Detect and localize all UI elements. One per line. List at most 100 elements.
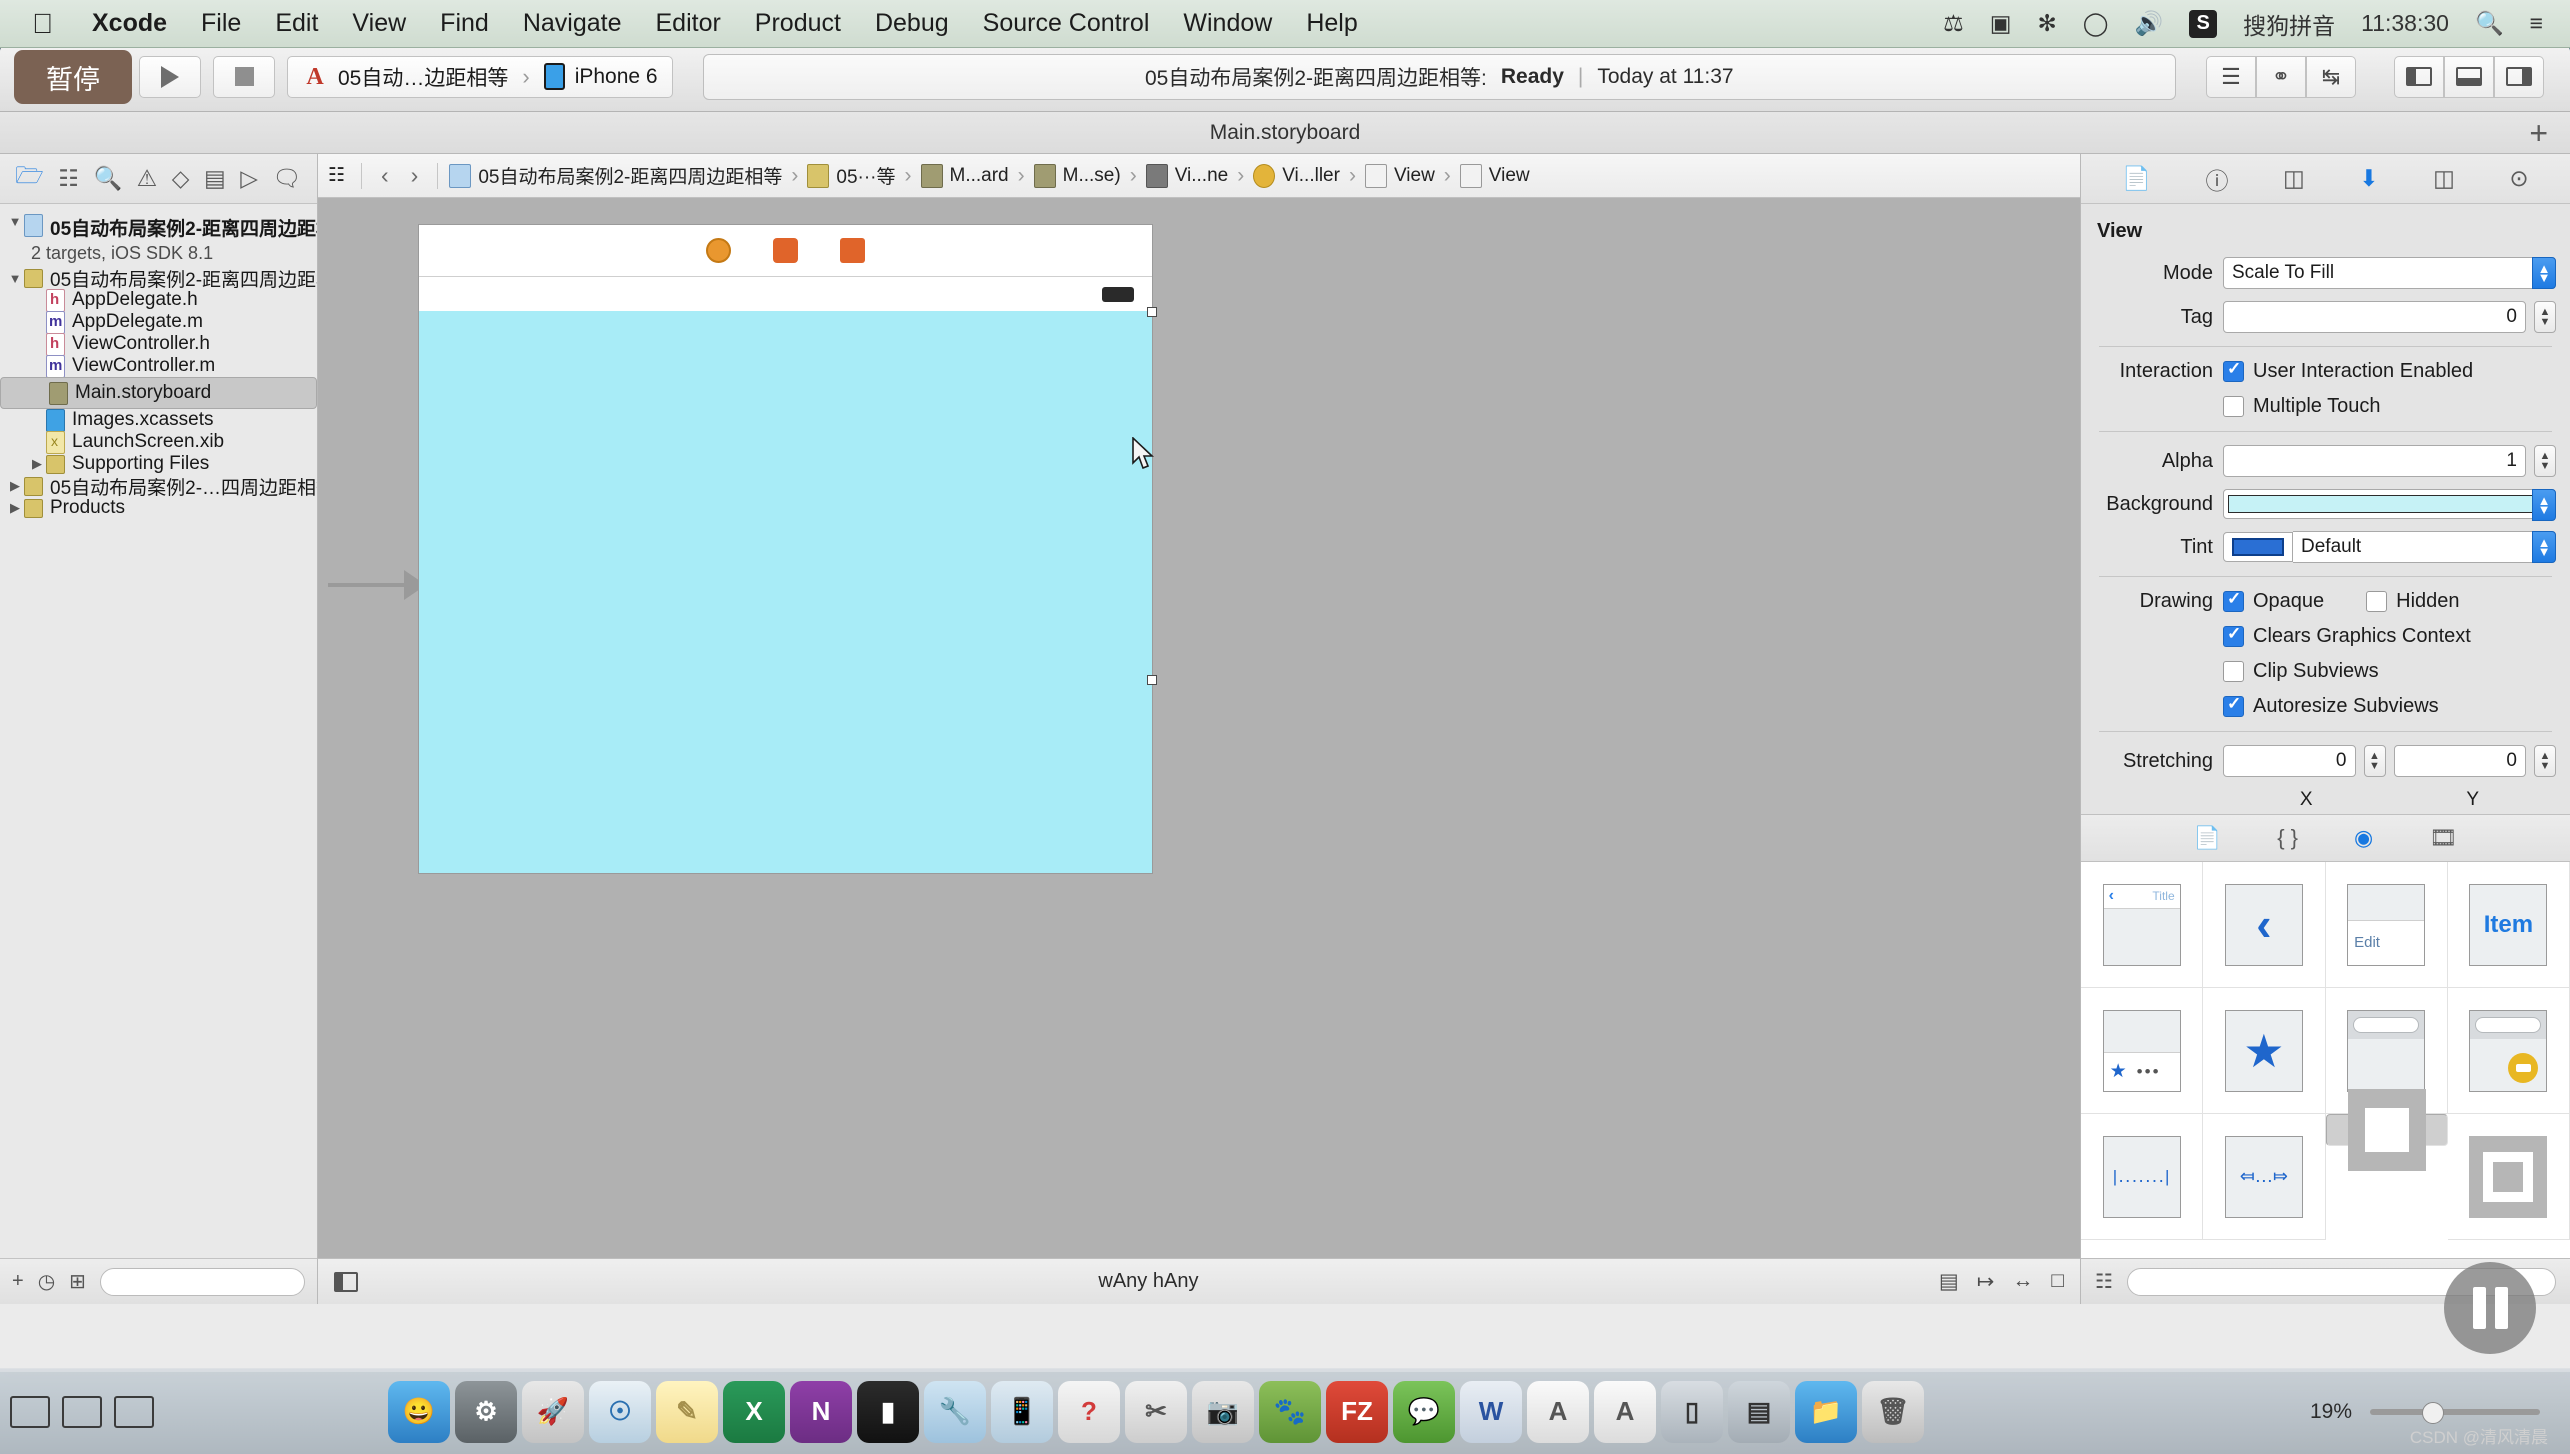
clock-menu-icon[interactable]: ◯ bbox=[2070, 10, 2122, 37]
twisty-icon[interactable]: ▶ bbox=[6, 478, 24, 494]
chevron-updown-icon[interactable]: ▲ ▼ bbox=[2532, 489, 2556, 521]
tree-row-main-storyboard[interactable]: Main.storyboard bbox=[0, 377, 317, 409]
twisty-icon[interactable]: ▼ bbox=[6, 271, 24, 286]
dock-icon-wechat[interactable]: 💬 bbox=[1393, 1380, 1455, 1443]
project-navigator-tab[interactable]: 🗁 bbox=[15, 159, 44, 198]
dock-icon-textedit-2[interactable]: A bbox=[1594, 1380, 1656, 1443]
multiple-touch-control[interactable]: Multiple Touch bbox=[2223, 395, 2556, 418]
menu-item-source-control[interactable]: Source Control bbox=[966, 9, 1167, 38]
panel-toggle-group[interactable] bbox=[2394, 55, 2544, 98]
tree-row-appdelegate-m[interactable]: AppDelegate.m bbox=[0, 310, 317, 334]
zoom-slider[interactable] bbox=[2370, 1401, 2540, 1424]
menu-item-xcode[interactable]: Xcode bbox=[75, 9, 184, 38]
twisty-icon[interactable]: ▶ bbox=[28, 456, 46, 472]
library-item-back-bar-button-item[interactable]: ‹ bbox=[2203, 862, 2326, 988]
related-items-icon[interactable]: ☷ bbox=[328, 164, 350, 188]
run-button[interactable] bbox=[139, 55, 201, 98]
library-item-bar-button-item-edit[interactable]: Edit bbox=[2325, 862, 2448, 988]
breadcrumb-view-1[interactable]: View bbox=[1364, 163, 1435, 188]
toggle-utilities-button[interactable] bbox=[2494, 55, 2544, 98]
breadcrumb-project[interactable]: 05自动布局案例2-距离四周边距相等 bbox=[449, 162, 782, 189]
media-library-tab[interactable]: 🎞 bbox=[2429, 825, 2457, 851]
issue-navigator-tab[interactable]: ⚠ bbox=[137, 165, 158, 192]
test-navigator-tab[interactable]: ◇ bbox=[172, 165, 190, 192]
stop-button[interactable] bbox=[213, 55, 275, 98]
volume-icon[interactable]: 🔊 bbox=[2121, 10, 2176, 37]
object-library-tab[interactable]: ◉ bbox=[2354, 825, 2373, 851]
opaque-checkbox[interactable] bbox=[2223, 589, 2244, 612]
toggle-debug-area-button[interactable] bbox=[2444, 55, 2494, 98]
menu-item-editor[interactable]: Editor bbox=[638, 9, 737, 38]
scene-dock[interactable] bbox=[419, 225, 1152, 277]
version-editor-button[interactable]: ↹ bbox=[2306, 55, 2356, 98]
quick-help-inspector-tab[interactable]: ⓘ bbox=[2205, 162, 2228, 196]
menu-item-file[interactable]: File bbox=[184, 9, 258, 38]
stretching-control[interactable]: 0 ▲ ▼ 0 ▲ ▼ bbox=[2223, 745, 2556, 777]
tree-row-launchscreen-xib[interactable]: LaunchScreen.xib bbox=[0, 430, 317, 454]
dock-app-icons[interactable]: 😀 ⚙ 🚀 ☉ ✎ X N ▮ 🔧 📱 ? ✂ 📷 🐾 FZ 💬 W A A ▯… bbox=[388, 1380, 1924, 1443]
pin-button-icon[interactable]: ↔ bbox=[2012, 1269, 2033, 1294]
inspector-tab-bar[interactable]: 📄 ⓘ ◫ ⬇ ◫ ⊙ bbox=[2081, 154, 2570, 204]
tint-select[interactable]: Default ▲ ▼ bbox=[2293, 531, 2556, 563]
dock-icon-excel[interactable]: X bbox=[723, 1380, 785, 1443]
breadcrumb-viewcontroller[interactable]: Vi...ller bbox=[1253, 163, 1340, 188]
background-control[interactable]: ▲ ▼ bbox=[2223, 489, 2556, 521]
dock-icon-word[interactable]: W bbox=[1460, 1380, 1522, 1443]
library-tab-bar[interactable]: 📄 { } ◉ 🎞 bbox=[2081, 814, 2570, 862]
dock-icon-preview[interactable]: ▤ bbox=[1728, 1380, 1790, 1443]
library-item-horizontal-space-constraint[interactable]: ⤆․․․⤇ bbox=[2203, 1114, 2326, 1240]
storyboard-canvas[interactable] bbox=[318, 198, 2080, 1258]
dock-icon-question[interactable]: ? bbox=[1058, 1380, 1120, 1443]
apple-logo-icon[interactable]:  bbox=[32, 9, 53, 38]
debug-navigator-tab[interactable]: ▤ bbox=[204, 165, 226, 192]
tree-row-appdelegate-h[interactable]: AppDelegate.h bbox=[0, 288, 317, 312]
editor-mode-group[interactable]: ☰ ⚭ ↹ bbox=[2206, 55, 2356, 98]
tint-color-well[interactable] bbox=[2223, 532, 2293, 562]
code-snippet-library-tab[interactable]: { } bbox=[2277, 825, 2298, 851]
floating-pause-button[interactable] bbox=[2444, 1262, 2536, 1354]
autolayout-tools[interactable]: ▤ ↦ ↔ □ bbox=[1939, 1269, 2064, 1294]
breadcrumb-scene[interactable]: Vi...ne bbox=[1145, 163, 1228, 188]
chevron-updown-icon[interactable]: ▲ ▼ bbox=[2532, 257, 2556, 289]
first-responder-dock-icon[interactable] bbox=[773, 238, 798, 263]
selected-subview[interactable] bbox=[419, 311, 1152, 873]
toggle-navigator-button[interactable] bbox=[2394, 55, 2444, 98]
document-outline-toggle[interactable] bbox=[334, 1271, 358, 1292]
symbol-navigator-tab[interactable]: ☷ bbox=[58, 165, 79, 192]
dock-icon-launchpad[interactable]: 🚀 bbox=[522, 1380, 584, 1443]
dock-icon-terminal[interactable]: ▮ bbox=[857, 1380, 919, 1443]
dock-icon-safari[interactable]: ☉ bbox=[589, 1380, 651, 1443]
bluetooth-icon[interactable]: ⚖ bbox=[1930, 10, 1977, 37]
screen-record-icon[interactable]: ▣ bbox=[1977, 10, 2025, 37]
add-editor-button[interactable]: + bbox=[2529, 117, 2548, 149]
menu-item-find[interactable]: Find bbox=[423, 9, 506, 38]
stretch-y-input[interactable]: 0 bbox=[2393, 745, 2526, 777]
tree-row-products[interactable]: ▶ Products bbox=[0, 497, 317, 519]
editor-jump-bar[interactable]: ☷ ‹ › 05自动布局案例2-距离四周边距相等 › 05···等 › M...… bbox=[318, 154, 2080, 198]
project-twisty-icon[interactable]: ▼ bbox=[6, 214, 24, 229]
object-library-grid[interactable]: ‹ Title ‹ Edit Item ★ ••• ★ |․․․․․․․| ⤆․… bbox=[2081, 862, 2570, 1258]
dock-right-controls[interactable]: 19% bbox=[2310, 1400, 2560, 1424]
drawing-control[interactable]: Opaque Hidden bbox=[2223, 589, 2556, 613]
navigator-filter-field[interactable] bbox=[99, 1267, 305, 1296]
alpha-control[interactable]: 1 ▲ ▼ bbox=[2223, 445, 2556, 477]
dock-icon-tools[interactable]: 🔧 bbox=[924, 1380, 986, 1443]
standard-editor-button[interactable]: ☰ bbox=[2206, 55, 2256, 98]
navigate-back-button[interactable]: ‹ bbox=[373, 162, 397, 189]
menu-item-window[interactable]: Window bbox=[1166, 9, 1289, 38]
tree-row-group-main[interactable]: ▼ 05自动布局案例2-距离四周边距相等 bbox=[0, 267, 317, 291]
alpha-stepper[interactable]: ▲ ▼ bbox=[2534, 445, 2556, 477]
breadcrumb-group[interactable]: 05···等 bbox=[807, 162, 896, 189]
assistant-editor-button[interactable]: ⚭ bbox=[2256, 55, 2306, 98]
report-navigator-tab[interactable]: 🗨 bbox=[272, 165, 301, 192]
find-navigator-tab[interactable]: 🔍 bbox=[93, 165, 122, 192]
dock-icon-notes[interactable]: ✎ bbox=[656, 1380, 718, 1443]
mission-control-icon[interactable] bbox=[10, 1395, 50, 1428]
clip-subviews-checkbox[interactable] bbox=[2223, 661, 2244, 682]
file-template-library-tab[interactable]: 📄 bbox=[2194, 825, 2221, 851]
tag-control[interactable]: 0 ▲ ▼ bbox=[2223, 301, 2556, 333]
hidden-checkbox[interactable] bbox=[2366, 591, 2388, 612]
clears-graphics-checkbox[interactable] bbox=[2223, 624, 2244, 647]
dock-icon-settings[interactable]: ⚙ bbox=[455, 1380, 517, 1443]
mode-select[interactable]: Scale To Fill ▲ ▼ bbox=[2223, 257, 2556, 289]
